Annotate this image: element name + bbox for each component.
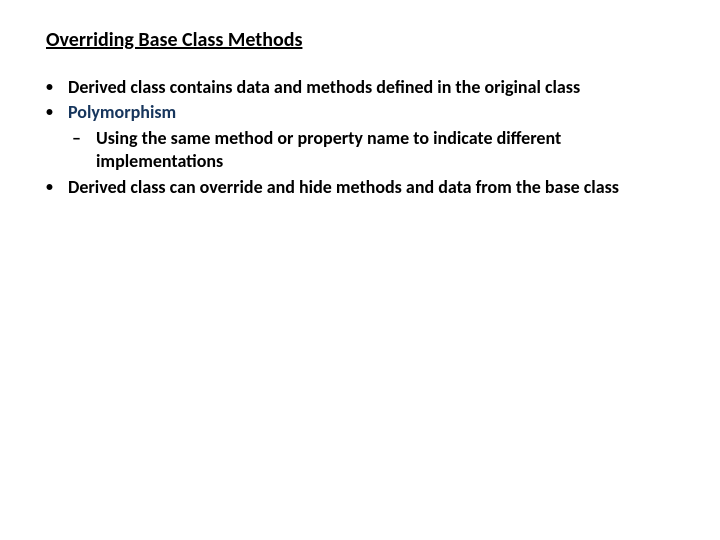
sub-bullet-text: Using the same method or property name t…: [96, 127, 690, 174]
sub-list-item: – Using the same method or property name…: [68, 127, 690, 174]
list-item: • Polymorphism – Using the same method o…: [46, 101, 690, 173]
list-item: • Derived class can override and hide me…: [46, 176, 690, 199]
slide-title: Overriding Base Class Methods: [46, 28, 690, 52]
bullet-text: Derived class contains data and methods …: [68, 76, 690, 99]
bullet-marker: •: [46, 101, 68, 173]
bullet-marker: •: [46, 76, 68, 99]
bullet-list: • Derived class contains data and method…: [30, 76, 690, 199]
bullet-marker: •: [46, 176, 68, 199]
bullet-text: Derived class can override and hide meth…: [68, 176, 690, 199]
sub-list: – Using the same method or property name…: [68, 127, 690, 174]
list-item: • Derived class contains data and method…: [46, 76, 690, 99]
bullet-text-highlighted: Polymorphism: [68, 101, 176, 123]
dash-marker: –: [68, 127, 96, 174]
